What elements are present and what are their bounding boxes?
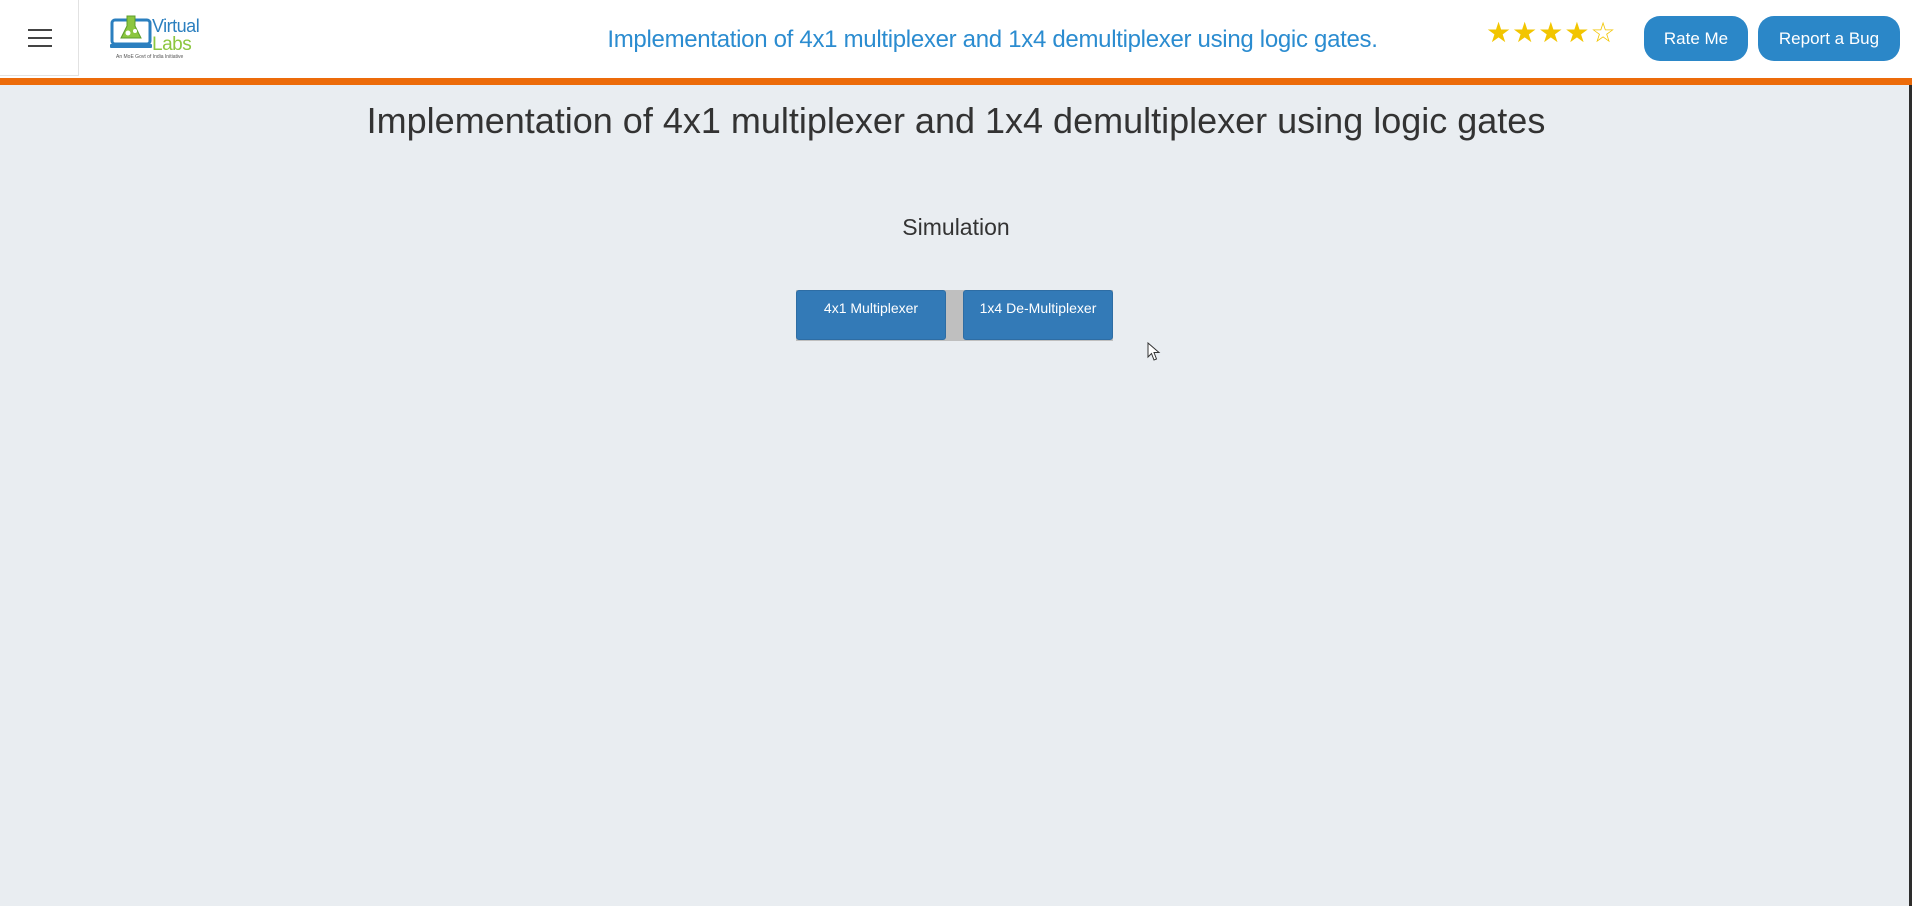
menu-bar-icon: [28, 45, 52, 47]
virtual-labs-logo[interactable]: Virtual Labs An MoE Govt of India Initia…: [108, 12, 200, 64]
top-navbar: Virtual Labs An MoE Govt of India Initia…: [0, 0, 1912, 78]
menu-bar-icon: [28, 37, 52, 39]
mouse-cursor-icon: [1147, 342, 1161, 361]
multiplexer-4x1-button[interactable]: 4x1 Multiplexer: [796, 290, 946, 340]
rate-me-button[interactable]: Rate Me: [1644, 16, 1748, 61]
menu-bar-icon: [28, 29, 52, 31]
star-rating[interactable]: ★ ★ ★ ★ ☆: [1486, 18, 1616, 48]
report-bug-button[interactable]: Report a Bug: [1758, 16, 1900, 61]
star-empty-icon[interactable]: ☆: [1590, 18, 1615, 48]
logo-tagline: An MoE Govt of India Initiative: [116, 54, 184, 60]
header-title: Implementation of 4x1 multiplexer and 1x…: [607, 26, 1378, 53]
header-divider: [0, 78, 1912, 85]
logo-word-labs: Labs: [152, 34, 192, 55]
section-title: Simulation: [902, 214, 1010, 240]
page-title: Implementation of 4x1 multiplexer and 1x…: [366, 100, 1546, 141]
star-filled-icon[interactable]: ★: [1538, 18, 1563, 48]
star-filled-icon[interactable]: ★: [1486, 18, 1511, 48]
flask-monitor-icon: [110, 15, 152, 48]
simulation-buttons-group: 4x1 Multiplexer 1x4 De-Multiplexer: [796, 290, 1113, 341]
demultiplexer-1x4-button[interactable]: 1x4 De-Multiplexer: [963, 290, 1113, 340]
star-filled-icon[interactable]: ★: [1512, 18, 1537, 48]
hamburger-menu-button[interactable]: [0, 0, 79, 76]
star-filled-icon[interactable]: ★: [1564, 18, 1589, 48]
